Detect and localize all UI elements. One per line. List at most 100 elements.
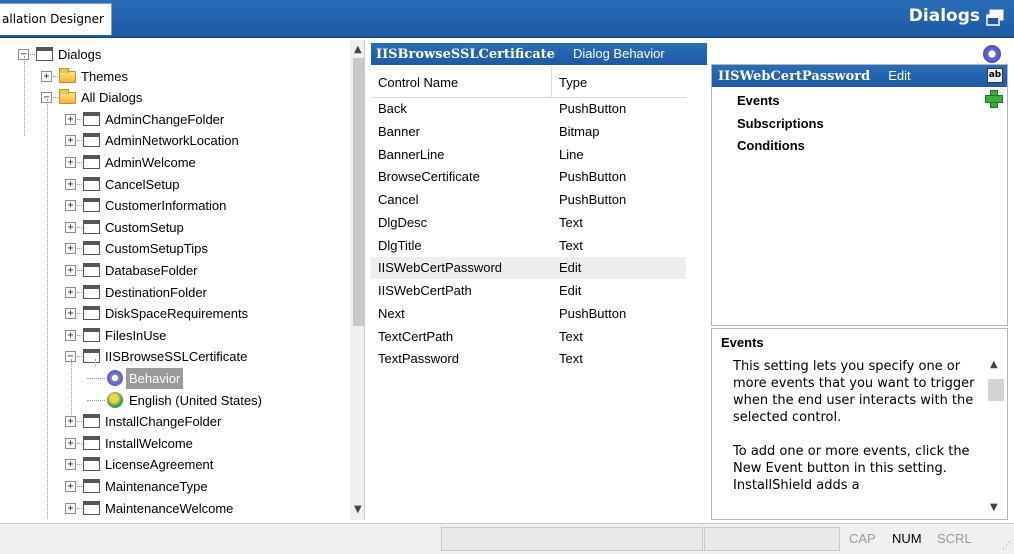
expand-icon[interactable]: + xyxy=(65,437,76,449)
scroll-up-icon[interactable]: ▲ xyxy=(990,359,998,370)
resize-grip-icon[interactable]: ⋰ xyxy=(1002,541,1011,551)
tree-item-dialog[interactable]: + InstallChangeFolder xyxy=(10,411,345,432)
table-row[interactable]: Back PushButton xyxy=(371,98,686,120)
table-row[interactable]: IISWebCertPath Edit xyxy=(371,280,686,302)
control-name-cell: DlgDesc xyxy=(378,214,428,230)
table-row[interactable]: BannerLine Line xyxy=(371,144,686,166)
designer-title-bar: allation Designer Dialogs xyxy=(0,0,1014,38)
tree-item-label: CancelSetup xyxy=(105,176,180,192)
restore-window-icon[interactable] xyxy=(986,9,1004,26)
expand-icon[interactable]: + xyxy=(65,265,76,276)
tree-item-dialog[interactable]: + CustomSetup xyxy=(10,217,345,238)
tree-item-dialog[interactable]: + DiskSpaceRequirements xyxy=(10,303,345,324)
subscriptions-item[interactable]: Subscriptions xyxy=(737,116,824,131)
column-header-type[interactable]: Type xyxy=(559,75,587,90)
tree-item-dialog[interactable]: +MsiRMFilesInUse xyxy=(10,519,345,520)
tree-item-label: LicenseAgreement xyxy=(105,457,214,473)
help-scrollbar[interactable]: ▲ ▼ xyxy=(985,357,1005,519)
control-name-cell: BrowseCertificate xyxy=(378,169,480,185)
tree-item-dialog-expanded[interactable]: − IISBrowseSSLCertificate xyxy=(10,346,345,367)
control-type-cell: PushButton xyxy=(559,101,627,116)
control-type-cell: Edit xyxy=(559,283,582,298)
control-name-cell: Cancel xyxy=(378,192,419,207)
expand-icon[interactable]: + xyxy=(41,70,52,82)
table-row[interactable]: BrowseCertificate PushButton xyxy=(371,166,686,188)
control-type-cell: PushButton xyxy=(559,169,627,185)
table-row[interactable]: Cancel PushButton xyxy=(371,189,686,211)
tree-item-label: DestinationFolder xyxy=(105,284,207,300)
tree-item-label: IISBrowseSSLCertificate xyxy=(105,349,248,365)
control-name-cell: BannerLine xyxy=(378,146,445,162)
control-type-cell: Bitmap xyxy=(559,123,600,139)
dialog-tree-pane: − Dialogs + Themes − All Dialogs + AdminChangeF… xyxy=(10,40,365,520)
control-type-cell: Text xyxy=(559,214,583,230)
tree-item-dialog[interactable]: + MaintenanceWelcome xyxy=(10,498,345,519)
table-row[interactable]: IISWebCertPassword Edit xyxy=(371,257,686,280)
tree-child-behavior[interactable]: Behavior xyxy=(10,368,345,389)
dialog-icon xyxy=(83,155,100,169)
expand-icon[interactable]: + xyxy=(65,221,76,233)
dialog-icon xyxy=(83,284,100,299)
tree-item-dialog[interactable]: + CancelSetup xyxy=(10,174,345,195)
tree-item-dialog[interactable]: + MaintenanceType xyxy=(10,476,345,497)
tree-item-label: All Dialogs xyxy=(81,90,143,106)
table-row[interactable]: DlgDesc Text xyxy=(371,212,686,234)
expand-icon[interactable]: + xyxy=(65,329,76,341)
tree-item-dialog[interactable]: + DatabaseFolder xyxy=(10,260,345,281)
tree-item-dialog[interactable]: + AdminNetworkLocation xyxy=(10,130,345,151)
expand-icon[interactable]: + xyxy=(65,416,76,428)
dialog-icon xyxy=(83,111,100,126)
tree-child-language[interactable]: English (United States) xyxy=(10,390,345,411)
tree-item-dialog[interactable]: + DestinationFolder xyxy=(10,282,345,303)
scrollbar-thumb[interactable] xyxy=(353,58,364,326)
expand-icon[interactable]: + xyxy=(65,135,76,147)
table-row[interactable]: Banner Bitmap xyxy=(371,121,686,143)
events-item[interactable]: Events xyxy=(737,93,780,108)
table-row[interactable]: DlgTitle Text xyxy=(371,235,686,257)
control-type-cell: PushButton xyxy=(559,192,627,207)
tree-item-label: MsiRMFilesInUse xyxy=(105,519,207,520)
num-lock-indicator: NUM xyxy=(892,531,922,546)
table-row[interactable]: TextCertPath Text xyxy=(371,326,686,348)
column-header-control-name[interactable]: Control Name xyxy=(378,75,458,90)
expand-icon[interactable]: + xyxy=(65,157,76,168)
tree-folder-themes[interactable]: + Themes xyxy=(10,66,345,87)
scrollbar-thumb[interactable] xyxy=(988,379,1004,401)
dialog-icon xyxy=(36,47,53,61)
scroll-up-icon[interactable]: ▲ xyxy=(354,44,362,55)
edit-field-icon: ab xyxy=(987,68,1003,83)
tree-item-dialog[interactable]: + FilesInUse xyxy=(10,325,345,346)
tree-item-dialog[interactable]: + AdminChangeFolder xyxy=(10,109,345,130)
tree-item-dialog[interactable]: + InstallWelcome xyxy=(10,433,345,454)
expand-icon[interactable]: + xyxy=(65,286,76,298)
tree-scrollbar[interactable]: ▲ ▼ xyxy=(350,40,364,520)
tree-item-dialog[interactable]: + LicenseAgreement xyxy=(10,454,345,475)
tree-item-dialog[interactable]: + CustomSetupTips xyxy=(10,238,345,259)
conditions-item[interactable]: Conditions xyxy=(737,138,805,153)
new-event-icon[interactable] xyxy=(985,90,1003,108)
tree-root[interactable]: − Dialogs xyxy=(10,44,345,65)
control-type-cell: Text xyxy=(559,328,583,344)
table-row[interactable]: Next PushButton xyxy=(371,303,686,325)
expand-icon[interactable]: + xyxy=(65,481,76,492)
selected-control-name: IISWebCertPassword xyxy=(718,69,871,84)
tree-item-dialog[interactable]: + CustomerInformation xyxy=(10,195,345,216)
dialog-icon xyxy=(83,241,100,256)
document-tab[interactable]: allation Designer xyxy=(0,3,112,35)
expand-icon[interactable]: + xyxy=(65,178,76,190)
expand-icon[interactable]: + xyxy=(65,502,76,514)
scroll-down-icon[interactable]: ▼ xyxy=(354,504,362,515)
expand-icon[interactable]: + xyxy=(65,459,76,471)
tree-folder-all-dialogs[interactable]: − All Dialogs xyxy=(10,87,345,108)
scroll-down-icon[interactable]: ▼ xyxy=(990,502,998,513)
tree-item-dialog[interactable]: + AdminWelcome xyxy=(10,152,345,173)
settings-gear-icon[interactable] xyxy=(983,45,1001,63)
tree-item-label: DatabaseFolder xyxy=(105,263,198,278)
table-row[interactable]: TextPassword Text xyxy=(371,348,686,370)
expand-icon[interactable]: + xyxy=(65,308,76,320)
expand-icon[interactable]: + xyxy=(65,243,76,255)
section-label: Dialog Behavior xyxy=(572,46,665,61)
expand-icon[interactable]: + xyxy=(65,200,76,212)
expand-icon[interactable]: + xyxy=(65,113,76,125)
control-type-cell: Edit xyxy=(559,260,582,276)
